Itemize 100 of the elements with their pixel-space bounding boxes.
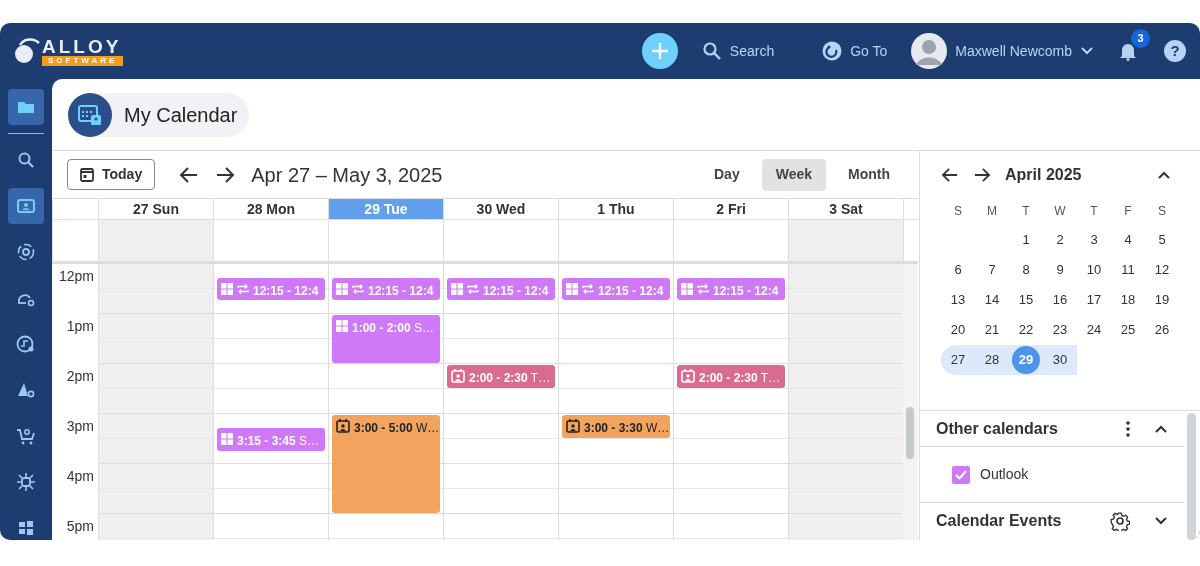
cart-gear-icon xyxy=(16,426,36,446)
checkbox[interactable] xyxy=(952,465,970,484)
arrow-left-icon xyxy=(941,167,959,183)
windows-icon xyxy=(451,282,463,295)
calendar-day[interactable]: 4 xyxy=(1111,225,1145,255)
ticket-icon xyxy=(16,196,36,216)
calendar-day[interactable]: 1 xyxy=(1009,225,1043,255)
blocks-icon xyxy=(16,518,36,538)
all-day-cell[interactable] xyxy=(788,220,903,264)
calendar-day[interactable]: 8 xyxy=(1009,255,1043,285)
hour-label: 2pm xyxy=(66,368,94,384)
logo-icon xyxy=(14,37,40,65)
calendar-day[interactable]: 12 xyxy=(1145,255,1179,285)
calendar-day[interactable]: 3 xyxy=(1077,225,1111,255)
weekday-label: M xyxy=(987,204,997,218)
calendar-day[interactable]: 25 xyxy=(1111,315,1145,345)
calendar-day[interactable]: 5 xyxy=(1145,225,1179,255)
windows-icon xyxy=(221,282,233,295)
help-button[interactable]: ? xyxy=(1164,40,1186,62)
search-icon xyxy=(16,150,36,170)
dial-gear-icon xyxy=(16,334,36,354)
view-tab[interactable]: Day xyxy=(700,158,754,191)
settings-icon xyxy=(1110,511,1130,531)
event-label: 3:00 - 5:00 W… xyxy=(354,420,440,437)
scrollbar-thumb[interactable] xyxy=(906,407,914,459)
calendar-day[interactable]: 15 xyxy=(1009,285,1043,315)
day-header[interactable]: 27 Sun xyxy=(98,198,213,220)
calendar-name: Outlook xyxy=(980,465,1029,484)
logo-wordmark: ALLOY xyxy=(42,36,123,56)
day-header[interactable]: 30 Wed xyxy=(443,198,558,220)
go-to-button[interactable]: Go To xyxy=(822,40,888,62)
windows-icon xyxy=(336,282,348,295)
calendar-day[interactable]: 17 xyxy=(1077,285,1111,315)
calendar-day[interactable]: 27 xyxy=(941,345,975,375)
chip-icon xyxy=(16,472,36,492)
view-tab[interactable]: Month xyxy=(834,158,904,191)
calendar-day[interactable]: 18 xyxy=(1111,285,1145,315)
calendar-person-icon xyxy=(681,369,695,383)
page-title: My Calendar xyxy=(124,103,238,128)
windows-icon xyxy=(681,282,693,295)
check-icon xyxy=(955,469,967,480)
event-label: 12:15 - 12:4 xyxy=(253,282,319,300)
date-range: Apr 27 – May 3, 2025 xyxy=(251,162,443,188)
all-day-cell[interactable] xyxy=(443,220,558,264)
event-label: 2:00 - 2:30 T… xyxy=(469,370,551,387)
grid-header-cell xyxy=(52,198,98,220)
day-header[interactable]: 3 Sat xyxy=(788,198,903,220)
scrollbar-thumb[interactable] xyxy=(1187,413,1196,540)
view-tab[interactable]: Week xyxy=(761,158,826,191)
day-header[interactable]: 2 Fri xyxy=(673,198,788,220)
day-header[interactable]: 1 Thu xyxy=(558,198,673,220)
calendar-day[interactable]: 22 xyxy=(1009,315,1043,345)
logo-tagline: SOFTWARE xyxy=(42,55,124,66)
calendar-day[interactable]: 30 xyxy=(1043,345,1077,375)
calendar-day[interactable]: 11 xyxy=(1111,255,1145,285)
all-day-cell[interactable] xyxy=(558,220,673,264)
user-menu[interactable]: Maxwell Newcomb xyxy=(911,33,1094,69)
calendar-day[interactable]: 20 xyxy=(941,315,975,345)
calendar-day[interactable]: 7 xyxy=(975,255,1009,285)
calendar-day[interactable]: 24 xyxy=(1077,315,1111,345)
calendar-day[interactable]: 6 xyxy=(941,255,975,285)
avatar-icon xyxy=(911,33,948,69)
calendar-event[interactable]: 3:00 - 3:30 W… xyxy=(562,415,670,438)
notifications-button[interactable] xyxy=(1118,41,1138,61)
section-title: Other calendars xyxy=(936,418,1059,439)
calendar-day[interactable]: 10 xyxy=(1077,255,1111,285)
weekday-label: S xyxy=(954,204,962,218)
calendar-day[interactable]: 28 xyxy=(975,345,1009,375)
search-button[interactable]: Search xyxy=(701,40,775,62)
calendar-day[interactable]: 14 xyxy=(975,285,1009,315)
calendar-day[interactable]: 21 xyxy=(975,315,1009,345)
next-button[interactable] xyxy=(215,165,236,184)
all-day-cell[interactable] xyxy=(328,220,443,264)
add-button[interactable] xyxy=(641,33,678,69)
windows-icon xyxy=(566,282,578,295)
gear-cycle-icon xyxy=(16,242,36,262)
repeat-icon xyxy=(582,282,594,295)
repeat-icon xyxy=(352,282,364,295)
all-day-cell[interactable] xyxy=(213,220,328,264)
calendar-day[interactable]: 13 xyxy=(941,285,975,315)
calendar-day[interactable]: 19 xyxy=(1145,285,1179,315)
previous-month-button[interactable] xyxy=(941,167,959,183)
event-label: 12:15 - 12:4 xyxy=(598,282,664,300)
previous-button[interactable] xyxy=(179,165,200,184)
calendar-event[interactable]: 3:00 - 5:00 W… xyxy=(332,415,440,513)
calendar-day[interactable]: 2 xyxy=(1043,225,1077,255)
month-title: April 2025 xyxy=(1005,165,1083,185)
calendar-day[interactable]: 9 xyxy=(1043,255,1077,285)
calendar-day[interactable]: 23 xyxy=(1043,315,1077,345)
hour-label: 1pm xyxy=(66,318,94,334)
calendar-day[interactable]: 26 xyxy=(1145,315,1179,345)
calendar-day[interactable]: 16 xyxy=(1043,285,1077,315)
next-month-button[interactable] xyxy=(973,167,991,183)
today-button[interactable]: Today xyxy=(67,159,156,190)
settings-button[interactable] xyxy=(1110,511,1130,531)
sidebar-item[interactable] xyxy=(8,188,44,224)
all-day-cell[interactable] xyxy=(98,220,213,264)
weekday-label: T xyxy=(1090,204,1098,218)
day-header[interactable]: 28 Mon xyxy=(213,198,328,220)
sidebar-item[interactable] xyxy=(8,89,44,125)
